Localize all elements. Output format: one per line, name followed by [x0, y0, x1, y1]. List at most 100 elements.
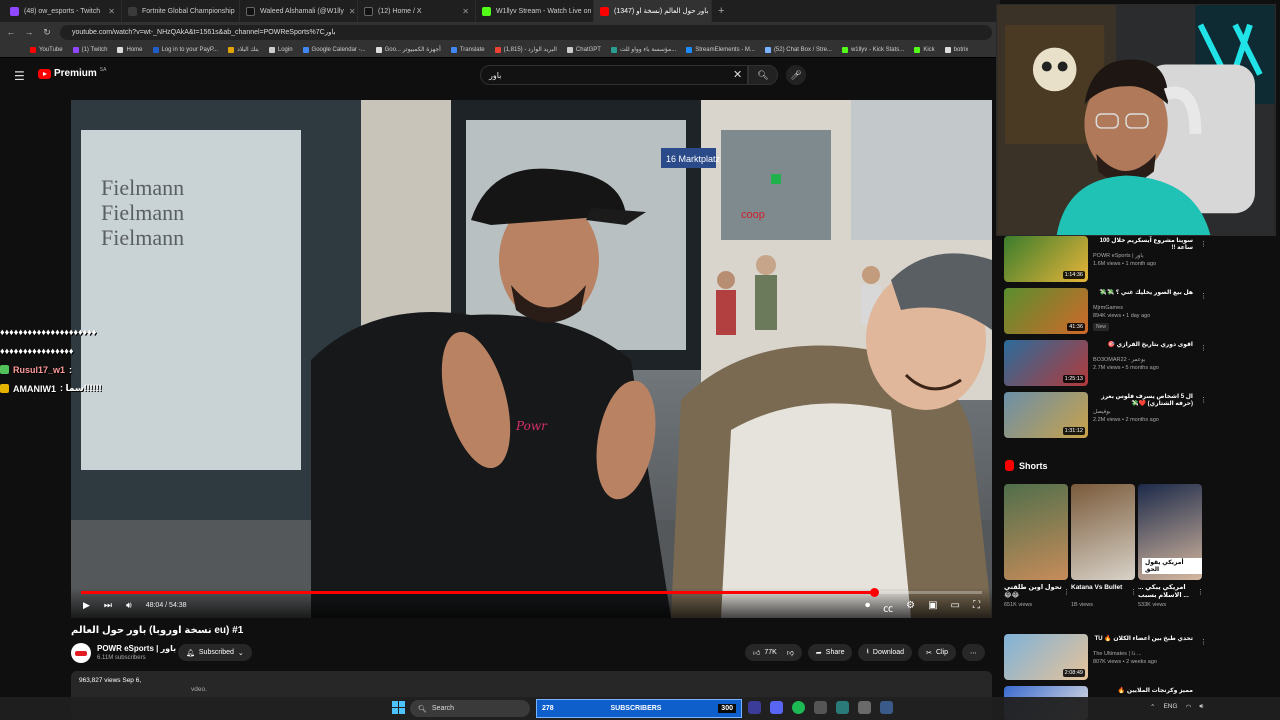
subscribed-button[interactable]: 🔔︎ Subscribed ⌄ [178, 644, 252, 661]
video-title[interactable]: ال 5 اشخاص يسرف فلوس بغرز (حرفه الشتاري)… [1093, 394, 1193, 408]
video-title[interactable]: سوينا مشروع آيسكريم خلال 100 ساعة !! [1093, 238, 1193, 252]
more-vert-icon[interactable]: ⋮ [1197, 588, 1204, 596]
bookmark-item[interactable]: botrix [944, 46, 968, 53]
clip-button[interactable]: ✂︎ Clip [918, 644, 956, 661]
volume-icon[interactable]: 🔊︎ [126, 600, 132, 611]
fullscreen-icon[interactable]: ⛶ [973, 600, 980, 615]
app-icon[interactable] [814, 701, 827, 714]
bookmark-item[interactable]: YouTube [30, 46, 63, 53]
bookmark-item[interactable]: Kick [914, 46, 935, 53]
video-title[interactable]: اقوى دوري بتاريخ الفرازي 🎯 [1093, 342, 1193, 349]
short-thumbnail[interactable]: أمريكي يقول الحق [1138, 484, 1202, 580]
chevron-up-icon[interactable]: ⌃ [1150, 703, 1155, 711]
taskbar-search[interactable]: 🔍︎ Search [410, 700, 530, 717]
captions-icon[interactable]: ㏄ [883, 600, 893, 615]
browser-tab[interactable]: Fortnite Global Championship✕ [122, 0, 240, 22]
clear-search-icon[interactable]: ✕ [733, 68, 742, 81]
close-icon[interactable]: ✕ [349, 7, 356, 16]
menu-icon[interactable]: ☰ [14, 69, 25, 83]
video-thumbnail[interactable]: 1:14:36 [1004, 236, 1088, 282]
theater-icon[interactable]: ▭ [951, 600, 960, 615]
browser-tab-active[interactable]: (1347) باور حول العالم (نسخة او✕ [594, 0, 712, 22]
more-actions-button[interactable]: ⋯ [962, 644, 985, 661]
youtube-logo[interactable]: Premium SA [38, 67, 106, 79]
short-thumbnail[interactable] [1071, 484, 1135, 580]
bookmark-item[interactable]: Goo... أجهزة الكمبيوتر [375, 46, 441, 53]
short-title[interactable]: أمريكي يبكي ... الاسلام بسبب ... [1138, 584, 1202, 600]
download-button[interactable]: ⭳ Download [858, 644, 913, 661]
video-title[interactable]: مميز وكرنجات الملايين 🔥 [1093, 688, 1193, 695]
settings-icon[interactable]: ⚙︎ [906, 600, 915, 615]
search-input[interactable]: باور [480, 65, 748, 85]
close-icon[interactable]: ✕ [108, 7, 115, 16]
bookmark-item[interactable]: w1llyv - Kick Stats... [841, 46, 904, 53]
bookmark-item[interactable]: بنك البلاد [228, 46, 259, 53]
short-item[interactable]: تحول اوبن طلقتي 😂😂 651K views ⋮ [1004, 484, 1070, 608]
bookmark-item[interactable]: Translate [450, 46, 485, 53]
video-thumbnail[interactable]: 1:31:12 [1004, 392, 1088, 438]
language-indicator[interactable]: ENG [1163, 703, 1177, 711]
short-title[interactable]: تحول اوبن طلقتي 😂😂 [1004, 584, 1068, 600]
bookmark-item[interactable]: StreamElements - M... [686, 46, 755, 53]
more-vert-icon[interactable]: ⋮ [1200, 396, 1207, 404]
video-thumbnail[interactable]: 41:36 [1004, 288, 1088, 334]
progress-bar[interactable] [81, 588, 982, 597]
browser-tab[interactable]: Waleed Alshamali (@W1lly ✕ [240, 0, 358, 22]
bookmark-item[interactable]: مؤسسة باء وواو للت... [610, 46, 676, 53]
browser-tab[interactable]: W1llyv Stream - Watch Live on✕ [476, 0, 594, 22]
channel-name[interactable]: MjrmGames [1093, 305, 1123, 311]
browser-tab[interactable]: (48) ow_esports - Twitch ✕ [4, 0, 122, 22]
recommended-video[interactable]: 1:31:12 ال 5 اشخاص يسرف فلوس بغرز (حرفه ا… [1004, 392, 1207, 440]
bookmark-item[interactable]: (52) Chat Box / Stre... [764, 46, 832, 53]
channel-name[interactable]: بوفيصل [1093, 409, 1111, 415]
video-title[interactable]: تحدي طبخ بين اعضاء الكلان 🔥 TU [1093, 636, 1193, 643]
video-thumbnail[interactable]: 1:25:13 [1004, 340, 1088, 386]
video-title[interactable]: هل بيع الصور يخليك غني ؟ 💸💸 [1093, 290, 1193, 297]
short-item[interactable]: Katana Vs Bullet 1B views ⋮ [1071, 484, 1137, 608]
thumbs-down-icon[interactable]: 👎︎ [787, 648, 794, 657]
recommended-video[interactable]: 1:25:13 اقوى دوري بتاريخ الفرازي 🎯 BO3OMAR… [1004, 340, 1207, 388]
more-vert-icon[interactable]: ⋮ [1200, 638, 1207, 646]
voice-search-button[interactable]: 🎤︎ [786, 65, 806, 85]
windows-start-icon[interactable] [392, 701, 405, 714]
play-icon[interactable]: ▶ [83, 600, 90, 611]
recommended-video[interactable]: 2:08:49 تحدي طبخ بين اعضاء الكلان 🔥 TU The… [1004, 634, 1207, 682]
app-icon[interactable] [880, 701, 893, 714]
spotify-icon[interactable] [792, 701, 805, 714]
bookmark-item[interactable]: Log in to your PayP... [152, 46, 218, 53]
obs-icon[interactable] [748, 701, 761, 714]
wifi-icon[interactable]: ◠ [1186, 703, 1192, 711]
bookmark-item[interactable]: (1,815) - البريد الوارد [494, 46, 557, 53]
discord-icon[interactable] [770, 701, 783, 714]
app-icon[interactable] [858, 701, 871, 714]
share-button[interactable]: ➦ Share [807, 644, 853, 661]
bookmark-item[interactable]: Home [117, 46, 143, 53]
more-vert-icon[interactable]: ⋮ [1200, 240, 1207, 248]
channel-name[interactable]: POWR eSports | باور [1093, 253, 1144, 259]
like-button[interactable]: 👍︎ 77K 👎︎ [745, 644, 802, 661]
close-icon[interactable]: ✕ [462, 7, 469, 16]
recommended-video[interactable]: 1:14:36 سوينا مشروع آيسكريم خلال 100 ساعة… [1004, 236, 1207, 284]
more-vert-icon[interactable]: ⋮ [1200, 292, 1207, 300]
browser-tab[interactable]: (12) Home / X ✕ [358, 0, 476, 22]
bookmark-item[interactable]: ChatGPT [566, 46, 601, 53]
scrubber-handle[interactable] [869, 588, 879, 597]
miniplayer-icon[interactable]: ▣ [928, 600, 937, 615]
autoplay-toggle[interactable]: ⏺︎ [865, 600, 870, 615]
back-icon[interactable]: ← [6, 27, 16, 37]
short-thumbnail[interactable] [1004, 484, 1068, 580]
channel-name[interactable]: BO3OMAR22 - بوعمر [1093, 357, 1145, 363]
url-field[interactable]: youtube.com/watch?v=wt-_NHzQAkA&t=1561s&… [60, 24, 992, 40]
channel-avatar[interactable] [71, 643, 91, 663]
more-vert-icon[interactable]: ⋮ [1200, 344, 1207, 352]
short-item[interactable]: أمريكي يقول الحق أمريكي يبكي ... الاسلام … [1138, 484, 1204, 608]
video-thumbnail[interactable]: 2:08:49 [1004, 634, 1088, 680]
volume-icon[interactable]: 🔊︎ [1199, 703, 1203, 711]
channel-name[interactable]: POWR eSports | باور [97, 644, 176, 653]
more-vert-icon[interactable]: ⋮ [1130, 588, 1137, 596]
next-icon[interactable]: ⏭︎ [104, 600, 112, 611]
more-vert-icon[interactable]: ⋮ [1063, 588, 1070, 596]
search-button[interactable]: 🔍︎ [748, 65, 778, 85]
app-icon[interactable] [836, 701, 849, 714]
new-tab-button[interactable]: + [712, 5, 724, 17]
